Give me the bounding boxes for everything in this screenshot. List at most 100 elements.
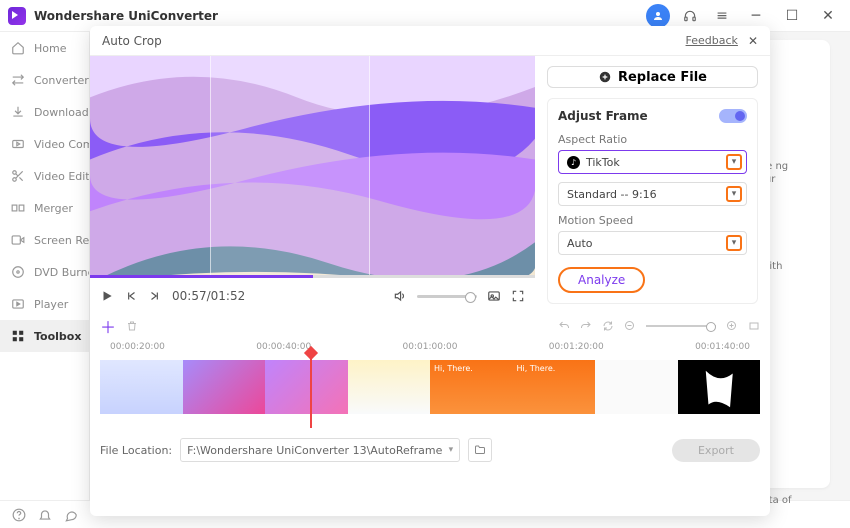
help-icon[interactable] <box>12 508 26 522</box>
adjust-frame-panel: Adjust Frame Aspect Ratio TikTok ▾ Stand… <box>547 98 758 304</box>
tiktok-icon <box>567 156 580 169</box>
thumb[interactable] <box>595 360 678 414</box>
zoom-in-icon[interactable] <box>726 320 738 332</box>
sidebar-item-home[interactable]: Home <box>0 32 89 64</box>
sidebar-item-dvd-burner[interactable]: DVD Burner <box>0 256 89 288</box>
adjust-frame-title: Adjust Frame <box>558 109 648 123</box>
thumb[interactable] <box>678 360 761 414</box>
playhead[interactable] <box>310 352 312 428</box>
thumb[interactable] <box>100 360 183 414</box>
aspect-ratio-label: Aspect Ratio <box>558 133 747 146</box>
delete-clip-icon[interactable] <box>126 320 138 332</box>
sidebar-item-label: Home <box>34 42 66 55</box>
prev-frame-icon[interactable] <box>124 289 138 303</box>
time-marks: 00:00:20:00 00:00:40:00 00:01:00:00 00:0… <box>100 338 760 356</box>
sidebar-item-label: Screen Recorder <box>34 234 90 247</box>
record-icon <box>10 232 26 248</box>
file-location-label: File Location: <box>100 444 172 457</box>
sidebar-item-label: Player <box>34 298 68 311</box>
motion-speed-select[interactable]: Auto ▾ <box>558 231 747 255</box>
feedback-link[interactable]: Feedback <box>686 34 738 47</box>
close-button[interactable]: ✕ <box>814 4 842 28</box>
player-controls: 00:57/01:52 <box>90 278 535 314</box>
motion-speed-label: Motion Speed <box>558 214 747 227</box>
zoom-out-icon[interactable] <box>624 320 636 332</box>
zoom-slider[interactable] <box>646 325 716 327</box>
thumb[interactable]: Hi, There. <box>430 360 513 414</box>
app-logo-icon <box>8 7 26 25</box>
export-button[interactable]: Export <box>672 439 760 462</box>
progress-bar[interactable] <box>90 275 535 278</box>
folder-icon <box>474 444 486 456</box>
chevron-down-icon[interactable]: ▾ <box>449 445 454 455</box>
crop-overlay[interactable] <box>210 56 370 278</box>
open-folder-button[interactable] <box>468 438 492 462</box>
thumb[interactable]: Hi, There. <box>513 360 596 414</box>
play-icon[interactable] <box>100 289 114 303</box>
sidebar-item-converter[interactable]: Converter <box>0 64 89 96</box>
time-mark: 00:00:40:00 <box>256 342 311 352</box>
sidebar-item-player[interactable]: Player <box>0 288 89 320</box>
standard-select[interactable]: Standard -- 9:16 ▾ <box>558 182 747 206</box>
sidebar-item-toolbox[interactable]: Toolbox <box>0 320 89 352</box>
home-icon <box>10 40 26 56</box>
sidebar-item-screen-recorder[interactable]: Screen Recorder <box>0 224 89 256</box>
sidebar-item-video-editor[interactable]: Video Editor <box>0 160 89 192</box>
compress-icon <box>10 136 26 152</box>
volume-icon[interactable] <box>393 289 407 303</box>
standard-value: Standard -- 9:16 <box>567 188 726 201</box>
sidebar-item-label: Merger <box>34 202 73 215</box>
time-mark: 00:01:00:00 <box>403 342 458 352</box>
volume-slider[interactable] <box>417 295 477 298</box>
redo-icon[interactable] <box>580 320 592 332</box>
file-location-path: F:\Wondershare UniConverter 13\AutoRefra… <box>187 444 442 457</box>
preview-area: 00:57/01:52 <box>90 56 535 314</box>
timeline-thumbs[interactable]: Hi, There. Hi, There. <box>100 360 760 414</box>
modal-title: Auto Crop <box>102 34 162 48</box>
video-preview[interactable] <box>90 56 535 278</box>
sidebar-item-downloader[interactable]: Downloader <box>0 96 89 128</box>
undo-icon[interactable] <box>558 320 570 332</box>
thumb[interactable] <box>265 360 348 414</box>
thumb[interactable] <box>348 360 431 414</box>
sidebar-item-video-compressor[interactable]: Video Compressor <box>0 128 89 160</box>
sidebar-item-label: Converter <box>34 74 89 87</box>
player-icon <box>10 296 26 312</box>
hamburger-menu-icon[interactable]: ≡ <box>710 4 734 28</box>
fit-icon[interactable] <box>748 320 760 332</box>
bell-icon[interactable] <box>38 508 52 522</box>
modal-header: Auto Crop Feedback ✕ <box>90 26 770 56</box>
message-icon[interactable] <box>64 508 78 522</box>
file-location-input[interactable]: F:\Wondershare UniConverter 13\AutoRefra… <box>180 438 460 462</box>
add-clip-icon[interactable]: ＋ <box>100 314 116 338</box>
scissors-icon <box>10 168 26 184</box>
fullscreen-icon[interactable] <box>511 289 525 303</box>
timeline[interactable]: 00:00:20:00 00:00:40:00 00:01:00:00 00:0… <box>90 338 770 428</box>
download-icon <box>10 104 26 120</box>
time-mark: 00:01:40:00 <box>695 342 750 352</box>
sidebar-item-label: Downloader <box>34 106 90 119</box>
sidebar-item-label: Video Editor <box>34 170 90 183</box>
chevron-down-icon: ▾ <box>726 154 742 170</box>
adjust-frame-toggle[interactable] <box>719 109 747 123</box>
export-row: File Location: F:\Wondershare UniConvert… <box>90 428 770 472</box>
toolbox-icon <box>10 328 26 344</box>
replace-file-button[interactable]: Replace File <box>547 66 758 88</box>
aspect-ratio-select[interactable]: TikTok ▾ <box>558 150 747 174</box>
sidebar-item-merger[interactable]: Merger <box>0 192 89 224</box>
analyze-button[interactable]: Analyze <box>558 267 645 293</box>
minimize-button[interactable]: ─ <box>742 4 770 28</box>
convert-icon <box>10 72 26 88</box>
app-title: Wondershare UniConverter <box>34 9 646 23</box>
refresh-icon[interactable] <box>602 320 614 332</box>
maximize-button[interactable]: ☐ <box>778 4 806 28</box>
modal-close-icon[interactable]: ✕ <box>748 34 758 48</box>
motion-speed-value: Auto <box>567 237 726 250</box>
replace-file-label: Replace File <box>618 70 707 85</box>
headphones-icon[interactable] <box>678 4 702 28</box>
user-avatar-icon[interactable] <box>646 4 670 28</box>
thumb[interactable] <box>183 360 266 414</box>
time-mark: 00:00:20:00 <box>110 342 165 352</box>
snapshot-icon[interactable] <box>487 289 501 303</box>
next-frame-icon[interactable] <box>148 289 162 303</box>
